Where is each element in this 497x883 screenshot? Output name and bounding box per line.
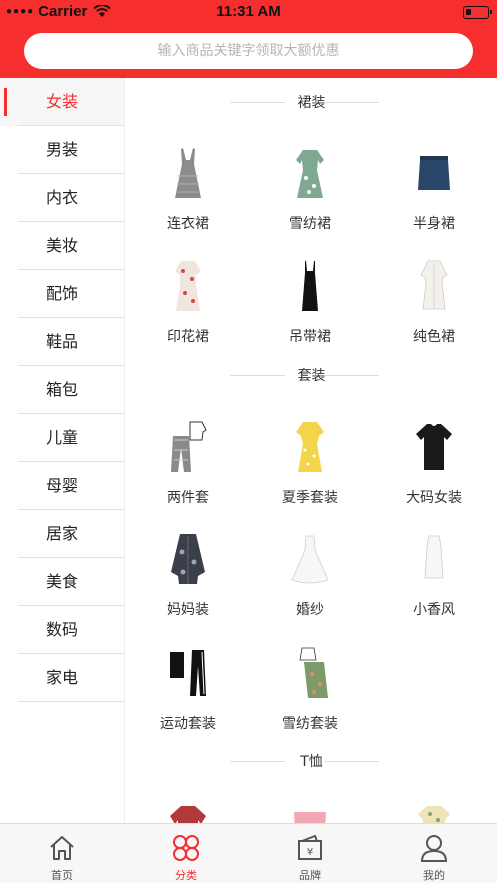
sidebar-item-mens[interactable]: 男装 [0, 126, 124, 174]
denim-skirt-icon [414, 144, 454, 204]
sidebar-item-bags[interactable]: 箱包 [0, 366, 124, 414]
two-piece-set-icon [168, 418, 208, 478]
floral-tshirt-icon [414, 800, 454, 823]
category-item-mom-wear[interactable]: 妈妈装 [128, 530, 248, 630]
category-icon [173, 835, 199, 861]
tab-category[interactable]: 分类 [124, 824, 248, 883]
yellow-summer-dress-icon [290, 418, 330, 478]
svg-text:¥: ¥ [307, 847, 313, 858]
tab-profile[interactable]: 我的 [372, 824, 496, 883]
sidebar-item-digital[interactable]: 数码 [0, 606, 124, 654]
sidebar-item-underwear[interactable]: 内衣 [0, 174, 124, 222]
tab-brand[interactable]: ¥ 品牌 [248, 824, 372, 883]
battery-icon [463, 6, 492, 19]
search-header: 输入商品关键字领取大额优惠 [0, 24, 497, 78]
sidebar-item-food[interactable]: 美食 [0, 558, 124, 606]
category-item-skirt[interactable]: 半身裙 [374, 144, 494, 244]
section-title-tshirts: T恤 [126, 751, 497, 771]
wedding-gown-icon [290, 530, 330, 590]
status-time: 11:31 AM [216, 3, 281, 20]
sidebar-item-kids[interactable]: 儿童 [0, 414, 124, 462]
black-tshirt-icon [414, 418, 454, 478]
category-item-sportswear[interactable]: 运动套装 [128, 644, 248, 744]
section-title-sets: 套装 [126, 365, 497, 385]
category-item-chiffon-dress[interactable]: 雪纺裙 [250, 144, 370, 244]
sidebar-item-accessories[interactable]: 配饰 [0, 270, 124, 318]
category-item-print-dress[interactable]: 印花裙 [128, 257, 248, 357]
category-item-summer-set[interactable]: 夏季套装 [250, 418, 370, 518]
white-top-icon [414, 530, 454, 590]
chiffon-set-icon [290, 644, 330, 704]
brand-icon: ¥ [298, 834, 322, 860]
category-item-chanel-style[interactable]: 小香风 [374, 530, 494, 630]
sidebar-item-baby[interactable]: 母婴 [0, 462, 124, 510]
category-item-dress[interactable]: 连衣裙 [128, 144, 248, 244]
white-shirt-dress-icon [414, 257, 454, 317]
category-item-slip-dress[interactable]: 吊带裙 [250, 257, 370, 357]
status-bar: ●●●● Carrier 11:31 AM [0, 0, 497, 24]
search-input[interactable]: 输入商品关键字领取大额优惠 [24, 33, 473, 69]
category-content: 裙装 连衣裙 雪纺裙 半身裙 印花裙 吊带裙 纯色裙 套装 两件套 夏季套装 大… [126, 78, 497, 823]
section-title-dresses: 裙装 [126, 92, 497, 112]
category-sidebar: 女装 男装 内衣 美妆 配饰 鞋品 箱包 儿童 母婴 居家 美食 数码 家电 [0, 78, 125, 823]
category-item-chiffon-set[interactable]: 雪纺套装 [250, 644, 370, 744]
sidebar-item-appliances[interactable]: 家电 [0, 654, 124, 702]
category-item-tshirt-2[interactable] [250, 800, 370, 823]
black-slip-dress-icon [290, 257, 330, 317]
category-item-wedding[interactable]: 婚纱 [250, 530, 370, 630]
sportswear-set-icon [168, 644, 208, 704]
sidebar-item-shoes[interactable]: 鞋品 [0, 318, 124, 366]
home-icon [50, 836, 74, 860]
floral-chiffon-dress-icon [290, 144, 330, 204]
gray-plaid-dress-icon [168, 144, 208, 204]
profile-icon [420, 835, 448, 862]
category-item-plus-size[interactable]: 大码女装 [374, 418, 494, 518]
red-tshirt-icon [168, 800, 208, 823]
sidebar-item-beauty[interactable]: 美妆 [0, 222, 124, 270]
category-item-two-piece[interactable]: 两件套 [128, 418, 248, 518]
sidebar-item-womens[interactable]: 女装 [0, 78, 124, 126]
category-item-solid-dress[interactable]: 纯色裙 [374, 257, 494, 357]
print-dress-icon [168, 257, 208, 317]
pink-tshirt-icon [290, 800, 330, 823]
tab-home[interactable]: 首页 [0, 824, 124, 883]
category-item-tshirt-1[interactable] [128, 800, 248, 823]
bottom-tabbar: 首页 分类 ¥ 品牌 我的 [0, 823, 497, 883]
sidebar-item-home[interactable]: 居家 [0, 510, 124, 558]
category-item-tshirt-3[interactable] [374, 800, 494, 823]
floral-cardigan-icon [168, 530, 208, 590]
